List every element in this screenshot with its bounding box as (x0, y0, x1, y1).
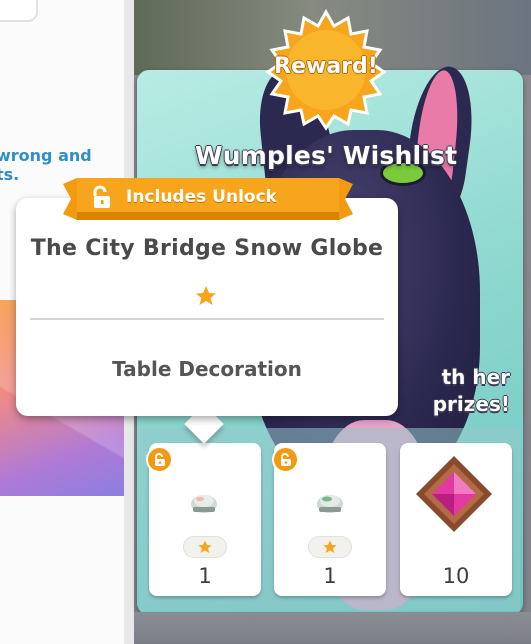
bottom-bar (134, 612, 531, 644)
tooltip-divider (30, 318, 384, 320)
left-text-line1: wrong and (0, 146, 92, 165)
reward-label: Reward! (274, 54, 378, 79)
left-top-card[interactable] (0, 0, 38, 22)
snow-globe-thumb-green (317, 495, 343, 513)
rarity-star-badge (308, 536, 352, 558)
star-icon (323, 540, 337, 553)
prize-quantity: 1 (198, 564, 212, 588)
prize-quantity: 1 (323, 564, 337, 588)
unlock-icon (146, 446, 173, 473)
snow-globe-thumb (191, 495, 217, 513)
ribbon-label: Includes Unlock (126, 187, 277, 207)
unlock-icon (93, 185, 110, 208)
prize-quantity: 10 (442, 564, 470, 588)
item-category: Table Decoration (112, 357, 302, 381)
pink-gem-icon (416, 456, 492, 532)
rarity-star-badge (183, 536, 227, 558)
item-name: The City Bridge Snow Globe (30, 236, 384, 261)
star-icon (196, 286, 216, 305)
wishlist-title: Wumples' Wishlist (195, 141, 458, 170)
unlock-icon (272, 446, 299, 473)
star-icon (198, 540, 212, 553)
